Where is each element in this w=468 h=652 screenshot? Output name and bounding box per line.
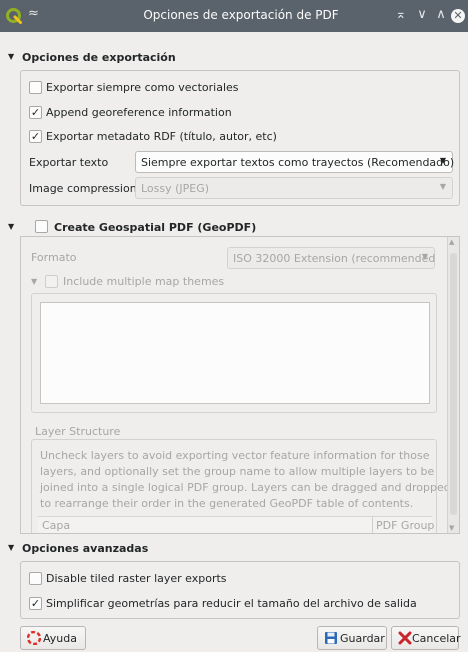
cancel-icon bbox=[398, 631, 412, 645]
cancel-button[interactable]: Cancelar bbox=[391, 626, 461, 650]
help-label: Ayuda bbox=[43, 632, 77, 645]
save-button[interactable]: Guardar bbox=[317, 626, 387, 650]
geopdf-checkbox[interactable] bbox=[35, 220, 48, 233]
map-themes-label: Include multiple map themes bbox=[63, 275, 225, 288]
shade-icon[interactable]: ∨ bbox=[413, 5, 431, 25]
image-compression-combo[interactable]: Lossy (JPEG) ▼ bbox=[135, 177, 453, 199]
layer-structure-label: Layer Structure bbox=[35, 425, 121, 438]
image-compression-value: Lossy (JPEG) bbox=[141, 182, 210, 195]
help-button[interactable]: Ayuda bbox=[20, 626, 86, 650]
text-export-label: Exportar texto bbox=[29, 156, 109, 169]
simplify-label: Simplificar geometrías para reducir el t… bbox=[46, 597, 417, 610]
col-layer-header[interactable]: Capa bbox=[42, 519, 70, 532]
export-options-title: Opciones de exportación bbox=[22, 51, 176, 64]
maximize-icon[interactable]: ∧ bbox=[432, 5, 450, 25]
always-vector-checkbox[interactable] bbox=[29, 81, 42, 94]
map-themes-list[interactable] bbox=[40, 302, 430, 404]
always-vector-label: Exportar siempre como vectoriales bbox=[46, 81, 239, 94]
advanced-options-group: Disable tiled raster layer exports ✓ Sim… bbox=[20, 561, 460, 619]
chevron-down-icon: ▼ bbox=[439, 156, 446, 165]
export-rdf-checkbox[interactable]: ✓ bbox=[29, 130, 42, 143]
image-compression-label: Image compression bbox=[29, 182, 137, 195]
export-options-header[interactable]: ▼ Opciones de exportación bbox=[0, 48, 468, 68]
geopdf-scroll-area[interactable]: Formato ISO 32000 Extension (recommended… bbox=[20, 236, 460, 534]
disable-tiled-checkbox[interactable] bbox=[29, 572, 42, 585]
col-divider bbox=[372, 517, 373, 533]
geopdf-header[interactable]: ▼ Create Geospatial PDF (GeoPDF) bbox=[0, 218, 468, 238]
map-themes-checkbox[interactable] bbox=[45, 275, 58, 288]
save-icon bbox=[325, 632, 337, 644]
chevron-down-icon: ▼ bbox=[439, 182, 446, 191]
layer-structure-desc-1: Uncheck layers to avoid exporting vector… bbox=[40, 449, 430, 462]
advanced-options-header[interactable]: ▼ Opciones avanzadas bbox=[0, 539, 468, 559]
text-export-combo[interactable]: Siempre exportar textos como trayectos (… bbox=[135, 151, 455, 173]
scroll-down-icon[interactable]: ▼ bbox=[449, 524, 454, 532]
col-group-header[interactable]: PDF Group bbox=[376, 519, 434, 532]
layer-structure-group: Uncheck layers to avoid exporting vector… bbox=[31, 439, 451, 533]
minimize-icon[interactable]: ⌅ bbox=[392, 5, 410, 25]
append-georef-checkbox[interactable]: ✓ bbox=[29, 106, 42, 119]
append-georef-label: Append georeference information bbox=[46, 106, 232, 119]
export-options-group: Exportar siempre como vectoriales ✓ Appe… bbox=[20, 70, 460, 206]
map-themes-group bbox=[31, 293, 437, 413]
simplify-checkbox[interactable]: ✓ bbox=[29, 597, 42, 610]
scrollbar-handle[interactable] bbox=[450, 253, 457, 515]
layer-structure-desc-4: to rearrange their order in the generate… bbox=[40, 497, 414, 510]
format-value: ISO 32000 Extension (recommended bbox=[233, 252, 436, 265]
chevron-down-icon: ▼ bbox=[421, 252, 428, 261]
layer-structure-desc-2: layers, and optionally set the group nam… bbox=[40, 465, 435, 478]
export-rdf-label: Exportar metadato RDF (título, autor, et… bbox=[46, 130, 277, 143]
text-export-value: Siempre exportar textos como trayectos (… bbox=[141, 156, 455, 169]
collapse-arrow-icon: ▼ bbox=[8, 543, 15, 552]
scroll-up-icon[interactable]: ▲ bbox=[449, 238, 454, 246]
title-bar[interactable]: ≈ Opciones de exportación de PDF ⌅ ∨ ∧ ✕ bbox=[0, 0, 468, 32]
close-icon[interactable]: ✕ bbox=[451, 9, 465, 23]
save-label: Guardar bbox=[340, 632, 385, 645]
cancel-label: Cancelar bbox=[412, 632, 461, 645]
help-icon bbox=[27, 631, 41, 645]
geopdf-title: Create Geospatial PDF (GeoPDF) bbox=[54, 221, 257, 234]
format-label: Formato bbox=[31, 251, 77, 264]
expand-arrow-icon: ▼ bbox=[31, 277, 38, 286]
vertical-scrollbar[interactable]: ▲ ▼ bbox=[447, 237, 459, 533]
collapse-arrow-icon: ▼ bbox=[8, 222, 15, 231]
advanced-options-title: Opciones avanzadas bbox=[22, 542, 149, 555]
disable-tiled-label: Disable tiled raster layer exports bbox=[46, 572, 227, 585]
layer-structure-desc-3: joined into a single logical PDF group. … bbox=[40, 481, 451, 494]
layer-table-header: Capa PDF Group bbox=[38, 516, 434, 533]
format-combo[interactable]: ISO 32000 Extension (recommended ▼ bbox=[227, 247, 435, 269]
collapse-arrow-icon: ▼ bbox=[8, 52, 15, 61]
